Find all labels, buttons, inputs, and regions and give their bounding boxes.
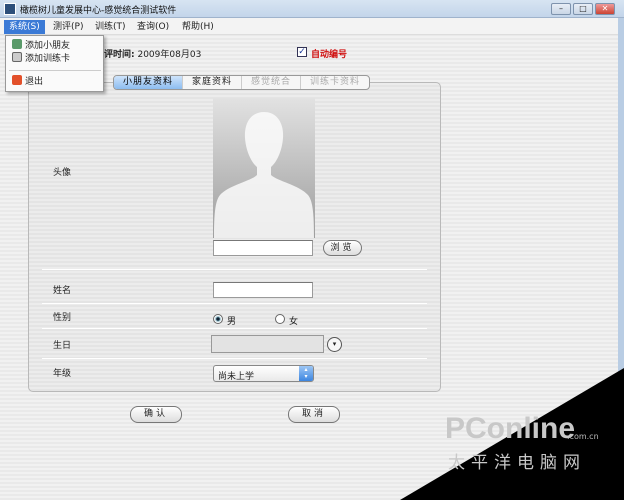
users-icon (12, 39, 22, 49)
gender-male-label: 男 (227, 317, 237, 327)
divider (42, 269, 427, 270)
maximize-button[interactable]: □ (573, 3, 593, 15)
assessment-date: 测评时间: 2009年08月03 (95, 47, 201, 60)
tab-family-info[interactable]: 家庭资料 (183, 76, 243, 89)
menu-item-exit[interactable]: 退出 (12, 75, 43, 88)
person-silhouette-icon (214, 112, 314, 238)
minimize-button[interactable]: – (551, 3, 571, 15)
menu-help[interactable]: 帮助(H) (177, 20, 219, 34)
divider (42, 303, 427, 304)
date-picker-dropdown-icon[interactable]: ▾ (327, 337, 342, 352)
cancel-button[interactable]: 取消 (288, 406, 340, 423)
system-menu-dropdown: 添加小朋友 添加训练卡 退出 (5, 35, 104, 92)
watermark-brand: PConline (445, 412, 576, 445)
watermark-domain: .com.cn (567, 432, 599, 441)
tab-training-card[interactable]: 训练卡资料 (301, 76, 369, 89)
gender-female-radio[interactable] (275, 314, 285, 324)
avatar-path-input[interactable] (213, 240, 313, 256)
tab-bar: 小朋友资料 家庭资料 感觉统合 训练卡资料 (113, 75, 371, 90)
menu-train[interactable]: 训练(T) (90, 20, 131, 34)
date-value: 2009年08月03 (137, 50, 202, 60)
confirm-button[interactable]: 确认 (130, 406, 182, 423)
menu-separator (9, 70, 101, 71)
card-icon (12, 52, 22, 62)
gender-male-radio[interactable] (213, 314, 223, 324)
gender-label: 性别 (53, 313, 72, 323)
grade-select[interactable]: 尚未上学 ▴ ▾ (213, 365, 314, 382)
close-button[interactable]: ✕ (595, 3, 615, 15)
grade-label: 年级 (53, 369, 72, 379)
tab-child-info[interactable]: 小朋友资料 (114, 76, 184, 89)
name-input[interactable] (213, 282, 313, 298)
menu-item-label: 添加小朋友 (25, 41, 71, 51)
divider (42, 358, 427, 359)
auto-number-label: 自动编号 (311, 50, 348, 60)
watermark-cn: 太平洋电脑网 (448, 453, 586, 473)
menu-item-label: 添加训练卡 (25, 54, 71, 64)
avatar-label: 头像 (53, 168, 72, 178)
avatar-photo (213, 98, 315, 238)
menu-item-label: 退出 (25, 77, 44, 87)
grade-selected-value: 尚未上学 (218, 372, 255, 382)
menu-item-add-child[interactable]: 添加小朋友 (12, 39, 70, 52)
title-bar: 橄榄树儿童发展中心-感觉统合测试软件 – □ ✕ (0, 0, 624, 18)
menu-assess[interactable]: 测评(P) (48, 20, 88, 34)
exit-icon (12, 75, 22, 85)
name-label: 姓名 (53, 286, 72, 296)
birthday-label: 生日 (53, 341, 72, 351)
app-icon (4, 3, 16, 15)
gender-female-label: 女 (289, 317, 299, 327)
select-arrows-icon: ▴ ▾ (299, 366, 313, 381)
auto-number-checkbox[interactable]: ✓ (297, 47, 307, 57)
window-border (618, 18, 624, 500)
birthday-field[interactable] (211, 335, 324, 353)
browse-button[interactable]: 浏览 (323, 240, 362, 256)
menu-system[interactable]: 系统(S) (4, 20, 45, 34)
menu-item-add-card[interactable]: 添加训练卡 (12, 52, 70, 65)
menu-bar: 系统(S) 测评(P) 训练(T) 查询(O) 帮助(H) (0, 18, 624, 35)
menu-query[interactable]: 查询(O) (132, 20, 174, 34)
window-title: 橄榄树儿童发展中心-感觉统合测试软件 (20, 6, 177, 16)
tab-sensory-integration[interactable]: 感觉统合 (242, 76, 302, 89)
divider (42, 328, 427, 329)
